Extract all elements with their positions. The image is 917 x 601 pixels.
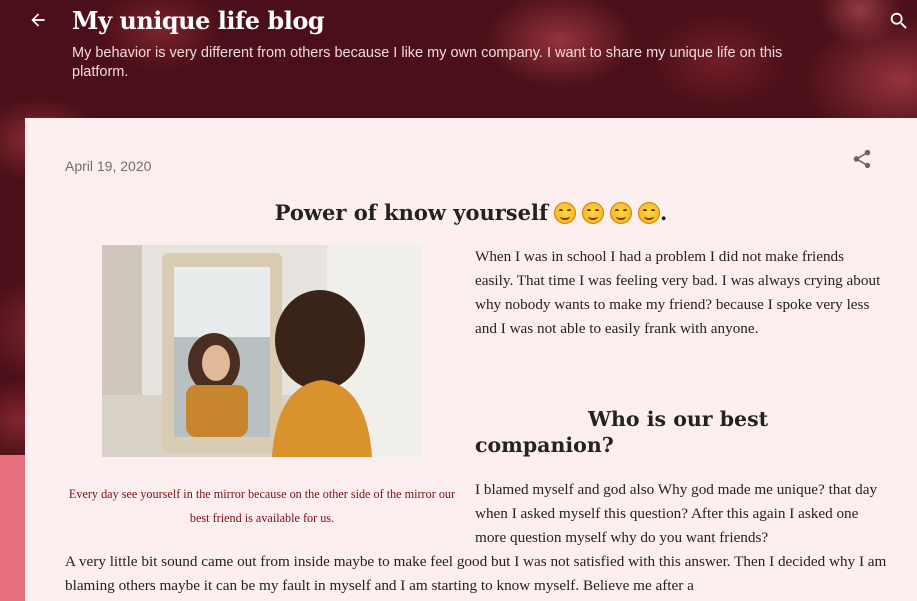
post-card: April 19, 2020 Power of know yourself. E… bbox=[25, 118, 917, 601]
post-title: Power of know yourself. bbox=[25, 200, 917, 225]
post-title-text: Power of know yourself bbox=[274, 200, 549, 225]
share-icon bbox=[851, 149, 873, 174]
smiling-face-emoji-icon bbox=[638, 202, 661, 224]
post-image[interactable] bbox=[102, 245, 422, 457]
post-paragraph: I blamed myself and god also Why god mad… bbox=[475, 481, 878, 546]
back-button[interactable] bbox=[24, 8, 52, 36]
search-icon bbox=[888, 12, 910, 36]
post-subheading: Who is our best companion? bbox=[475, 406, 885, 458]
share-button[interactable] bbox=[851, 148, 875, 172]
smiling-face-emoji-icon bbox=[554, 202, 577, 224]
post-paragraph: A very little bit sound came out from in… bbox=[65, 553, 887, 594]
blog-title[interactable]: My unique life blog bbox=[72, 6, 325, 35]
search-button[interactable] bbox=[888, 10, 916, 38]
image-caption: Every day see yourself in the mirror bec… bbox=[68, 487, 456, 525]
arrow-left-icon bbox=[28, 10, 48, 35]
blog-description: My behavior is very different from other… bbox=[72, 45, 783, 80]
post-paragraph: When I was in school I had a problem I d… bbox=[475, 248, 881, 337]
blog-header: My unique life blog My behavior is very … bbox=[0, 0, 917, 110]
post-date[interactable]: April 19, 2020 bbox=[65, 158, 151, 174]
smiling-face-emoji-icon bbox=[610, 202, 633, 224]
smiling-face-emoji-icon bbox=[582, 202, 605, 224]
post-subheading-text: Who is our best companion? bbox=[475, 407, 769, 457]
post-title-suffix: . bbox=[660, 200, 668, 225]
